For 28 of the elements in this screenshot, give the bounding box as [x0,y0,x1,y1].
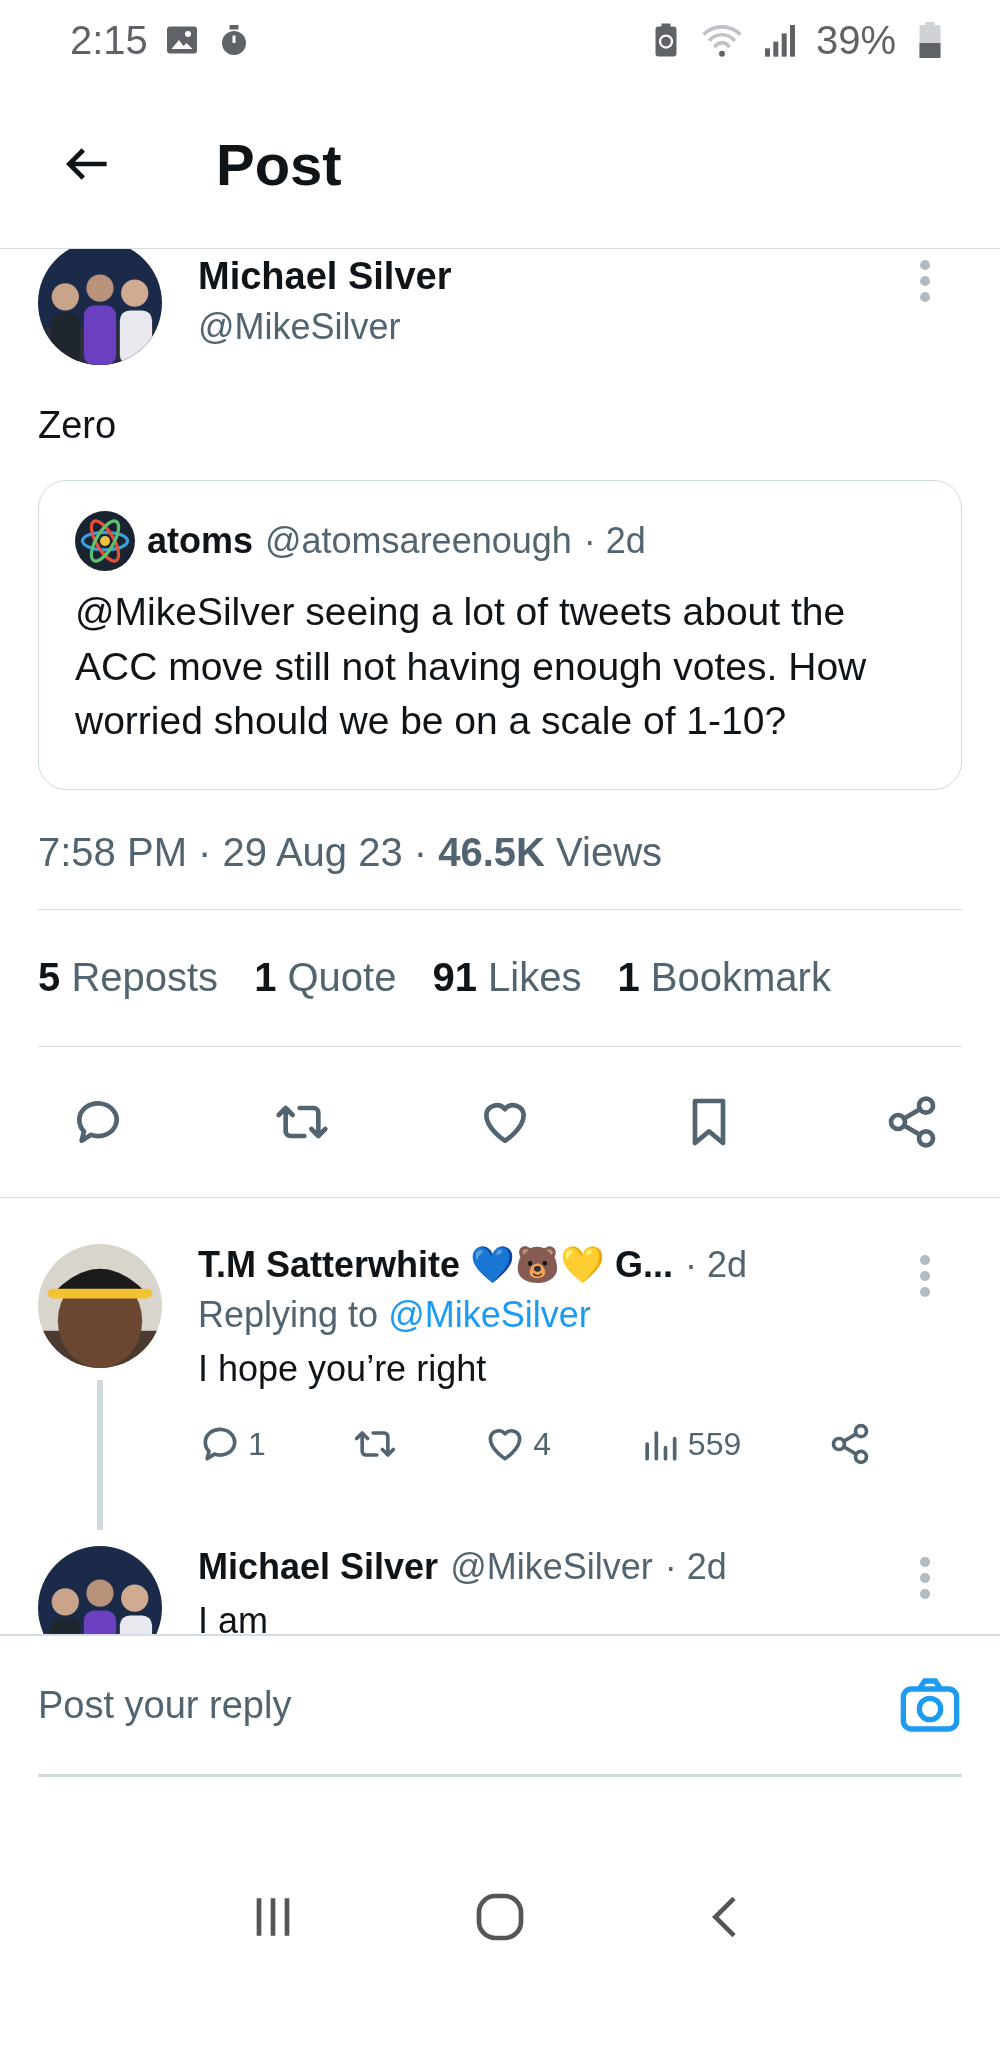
quote-author-handle[interactable]: @atomsareenough [265,520,572,563]
views-count: 559 [687,1425,742,1463]
post-text: Zero [38,403,117,448]
reply-text: I am [198,1599,269,1635]
author-name[interactable]: Michael Silver [198,255,882,298]
like-count: 4 [533,1425,552,1463]
replying-to-text: Replying to @MikeSilver [198,1293,592,1336]
battery-percent: 39% [815,17,896,63]
reply-age: · 2d [685,1243,748,1286]
engagement-stat[interactable]: 91 Likes [432,955,582,1001]
reply-age: · 2d [664,1546,727,1589]
reply-text: I hope you’re right [198,1346,488,1391]
quote-card[interactable]: atoms @atomsareenough · 2d @MikeSilver seeing a lot of tweets about the ACC move still not having enough votes. How worried should we be on a scale of 1-10? [38,480,962,790]
post-timestamp: 7:58 PM · 29 Aug 23 · 46.5K Views [38,829,962,910]
engagement-stat[interactable]: 5 Reposts [38,955,219,1001]
engagement-stat[interactable]: 1 Quote [254,955,397,1001]
quote-text: @MikeSilver seeing a lot of tweets about the ACC move still not having enough votes. How worried should we be on a scale of 1-10? [75,589,868,745]
status-time: 2:15 [70,17,148,63]
atom-icon [75,511,135,572]
author-handle[interactable]: @MikeSilver [198,306,882,348]
reply-author-name[interactable]: T.M Satterwhite 💙🐻💛 G... [198,1243,674,1286]
reply-author-handle[interactable]: @MikeSilver [450,1546,653,1589]
quote-author-name[interactable]: atoms [147,520,254,563]
page-title: Post [216,130,342,198]
reply-author-name[interactable]: Michael Silver [198,1546,439,1589]
reply-count: 1 [248,1425,266,1463]
quote-age: · 2d [583,520,646,563]
engagement-stat[interactable]: 1 Bookmark [617,955,831,1001]
